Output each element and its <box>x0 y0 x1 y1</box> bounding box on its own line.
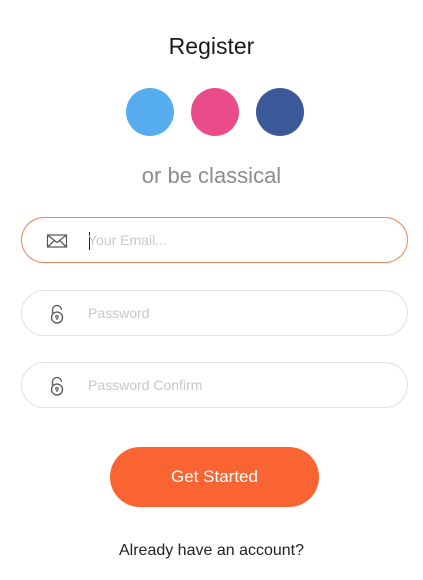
twitter-button[interactable] <box>126 88 174 136</box>
facebook-button[interactable] <box>256 88 304 136</box>
email-input[interactable] <box>88 218 388 262</box>
password-confirm-input[interactable] <box>88 363 388 407</box>
password-field[interactable] <box>21 290 408 336</box>
email-field[interactable] <box>21 217 408 263</box>
register-page: Register or be classical Your Email... G… <box>0 0 423 580</box>
password-confirm-field[interactable] <box>21 362 408 408</box>
get-started-button[interactable]: Get Started <box>110 447 319 507</box>
password-input[interactable] <box>88 291 388 335</box>
login-link[interactable]: Already have an account? <box>0 541 423 561</box>
dribbble-button[interactable] <box>191 88 239 136</box>
lock-icon <box>50 304 64 324</box>
page-title: Register <box>168 33 255 59</box>
divider-text: or be classical <box>141 163 282 188</box>
lock-icon <box>50 376 64 396</box>
envelope-icon <box>46 234 68 248</box>
